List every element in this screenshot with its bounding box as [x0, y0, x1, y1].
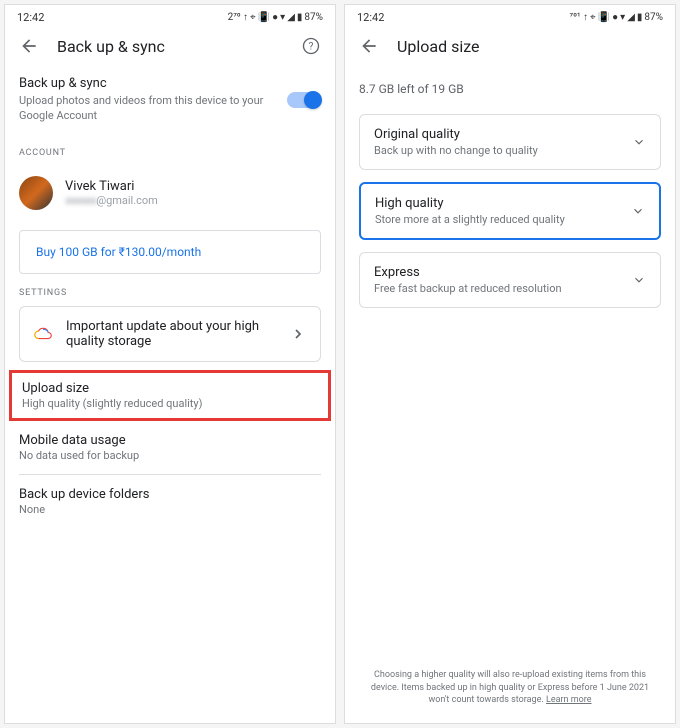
back-icon[interactable] [19, 36, 39, 56]
signal-icon: ◢ [287, 12, 295, 23]
update-text: Important update about your high quality… [66, 319, 276, 349]
backup-sync-toggle[interactable] [287, 92, 321, 108]
location-icon: ⌖ [590, 12, 596, 23]
status-bar: 12:42 ⁷⁰¹ ↑ ⌖ 📳 ● ▾ ◢ ▮ 87% [345, 5, 675, 26]
back-icon[interactable] [359, 36, 379, 56]
update-card[interactable]: Important update about your high quality… [19, 306, 321, 362]
upload-size-title: Upload size [22, 381, 318, 396]
battery-pct: 87% [644, 12, 663, 23]
net-indicator: 2⁷⁰ ↑ [228, 12, 248, 23]
help-icon[interactable]: ? [301, 36, 321, 56]
option-original[interactable]: Original quality Back up with no change … [359, 114, 661, 170]
option-title: High quality [375, 196, 631, 211]
status-time: 12:42 [357, 11, 384, 24]
storage-text: 8.7 GB left of 19 GB [359, 82, 661, 96]
status-time: 12:42 [17, 11, 44, 24]
phone-left: 12:42 2⁷⁰ ↑ ⌖ 📳 ● ▾ ◢ ▮ 87% Back up & sy… [4, 4, 336, 724]
upload-size-row[interactable]: Upload size High quality (slightly reduc… [9, 370, 331, 421]
account-email: xxxxxxx@gmail.com [65, 194, 158, 207]
signal-icon: ◢ [627, 12, 635, 23]
learn-more-link[interactable]: Learn more [546, 695, 592, 705]
account-section-label: ACCOUNT [19, 148, 321, 158]
option-title: Original quality [374, 127, 632, 142]
location-icon: ⌖ [250, 12, 256, 23]
dot-icon: ● [612, 12, 618, 23]
backup-sync-title: Back up & sync [19, 76, 275, 91]
status-icons: 2⁷⁰ ↑ ⌖ 📳 ● ▾ ◢ ▮ 87% [228, 12, 323, 23]
settings-section-label: SETTINGS [19, 288, 321, 298]
option-sub: Back up with no change to quality [374, 144, 632, 157]
avatar [19, 176, 53, 210]
content: Back up & sync Upload photos and videos … [5, 66, 335, 723]
option-express[interactable]: Express Free fast backup at reduced reso… [359, 252, 661, 308]
vibrate-icon: 📳 [258, 12, 270, 23]
wifi-icon: ▾ [280, 12, 285, 23]
account-name: Vivek Tiwari [65, 179, 158, 194]
mobile-data-row[interactable]: Mobile data usage No data used for backu… [19, 417, 321, 472]
status-bar: 12:42 2⁷⁰ ↑ ⌖ 📳 ● ▾ ◢ ▮ 87% [5, 5, 335, 26]
folders-title: Back up device folders [19, 487, 321, 502]
mobile-data-title: Mobile data usage [19, 433, 321, 448]
folders-sub: None [19, 503, 321, 516]
chevron-right-icon [290, 326, 306, 342]
option-sub: Store more at a slightly reduced quality [375, 213, 631, 226]
page-title: Back up & sync [57, 37, 283, 56]
app-bar: Back up & sync ? [5, 26, 335, 66]
option-high-quality[interactable]: High quality Store more at a slightly re… [359, 182, 661, 240]
battery-pct: 87% [304, 12, 323, 23]
buy-storage-button[interactable]: Buy 100 GB for ₹130.00/month [19, 230, 321, 274]
option-sub: Free fast backup at reduced resolution [374, 282, 632, 295]
battery-icon: ▮ [297, 12, 303, 23]
app-bar: Upload size [345, 26, 675, 66]
cloud-icon [34, 325, 52, 343]
backup-sync-row[interactable]: Back up & sync Upload photos and videos … [19, 66, 321, 134]
divider [19, 474, 321, 475]
backup-sync-sub: Upload photos and videos from this devic… [19, 93, 275, 124]
folders-row[interactable]: Back up device folders None [19, 477, 321, 526]
phone-right: 12:42 ⁷⁰¹ ↑ ⌖ 📳 ● ▾ ◢ ▮ 87% Upload size … [344, 4, 676, 724]
option-title: Express [374, 265, 632, 280]
mobile-data-sub: No data used for backup [19, 449, 321, 462]
upload-size-sub: High quality (slightly reduced quality) [22, 397, 318, 410]
chevron-down-icon [632, 135, 646, 149]
battery-icon: ▮ [637, 12, 643, 23]
content: 8.7 GB left of 19 GB Original quality Ba… [345, 66, 675, 659]
footer-note: Choosing a higher quality will also re-u… [345, 659, 675, 723]
svg-text:?: ? [309, 41, 314, 52]
wifi-icon: ▾ [620, 12, 625, 23]
account-row[interactable]: Vivek Tiwari xxxxxxx@gmail.com [19, 166, 321, 220]
net-indicator: ⁷⁰¹ ↑ [570, 12, 588, 23]
page-title: Upload size [397, 37, 661, 56]
vibrate-icon: 📳 [598, 12, 610, 23]
dot-icon: ● [272, 12, 278, 23]
chevron-down-icon [631, 204, 645, 218]
chevron-down-icon [632, 273, 646, 287]
status-icons: ⁷⁰¹ ↑ ⌖ 📳 ● ▾ ◢ ▮ 87% [570, 12, 663, 23]
